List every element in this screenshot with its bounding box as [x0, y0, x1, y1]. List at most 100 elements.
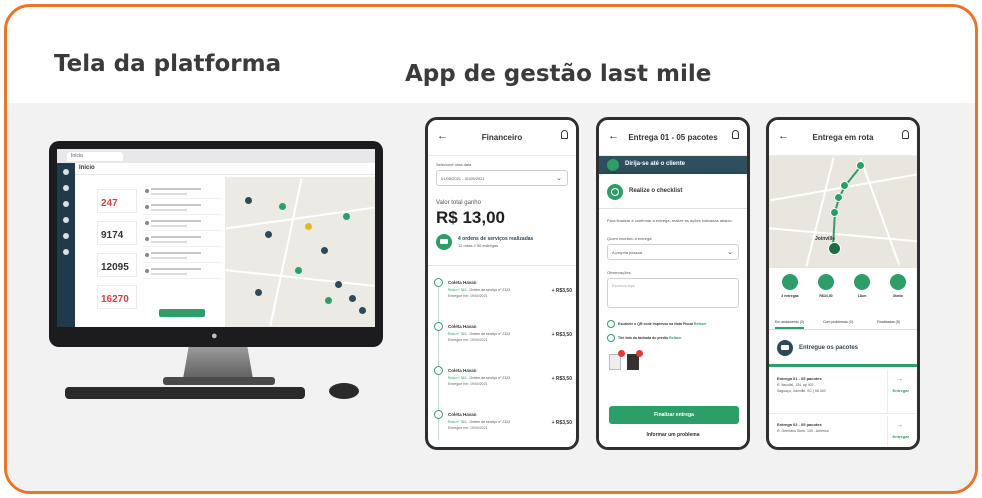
payment-item[interactable]: Coleta Havan Rota nº 363 - Ordem de serv…: [434, 322, 574, 362]
box-icon[interactable]: [63, 201, 69, 207]
check-qr-text: Escaneie o QR code impresso na Nota Fisc…: [618, 322, 693, 326]
payment-item[interactable]: Coleta Havan Rota nº 363 - Ordem de serv…: [434, 410, 574, 447]
payment-desc: - Ordem de serviço nº 2323: [466, 288, 511, 292]
stat-card: 9174: [97, 221, 137, 245]
timeline-dot-icon: [434, 322, 443, 331]
list-item[interactable]: [143, 201, 221, 215]
redo-link[interactable]: Refazer: [694, 322, 707, 326]
map-pin-icon[interactable]: [321, 247, 328, 254]
orders-sub: 12 rotas // 50 entregas: [458, 243, 499, 248]
map-pin-icon[interactable]: [335, 281, 342, 288]
check-circle-icon: [607, 334, 615, 342]
checklist-instructions: Para finalizar e confirmar a entrega, re…: [607, 218, 733, 223]
notes-textarea[interactable]: Escreva aqui: [607, 278, 739, 308]
payment-item[interactable]: Coleta Havan Rota nº 363 - Ordem de serv…: [434, 278, 574, 318]
payment-date: Entregue em: 19/04/2021: [448, 294, 488, 298]
payment-item[interactable]: Coleta Havan Rota nº 363 - Ordem de serv…: [434, 366, 574, 406]
route-stop-icon[interactable]: [834, 193, 843, 202]
payment-desc: - Ordem de serviço nº 2323: [466, 332, 511, 336]
receiver-value: A própria pessoa: [612, 250, 643, 255]
bell-icon[interactable]: [561, 130, 568, 139]
stat-value: 16270: [101, 294, 129, 305]
payment-amount: + R$3,50: [551, 376, 572, 382]
orders-summary: 4 ordens de serviços realizadas 12 rotas…: [436, 232, 568, 256]
payment-client: Coleta Havan: [448, 412, 477, 417]
phone-checklist: ← Entrega 01 - 05 pacotes Dirija-se até …: [596, 117, 750, 450]
route-map[interactable]: Joinville: [769, 156, 917, 268]
desktop-list-button[interactable]: [159, 309, 205, 317]
route-stop-icon[interactable]: [830, 208, 839, 217]
bell-icon[interactable]: [902, 130, 909, 139]
tab-problems[interactable]: Com problemas (0): [823, 320, 853, 324]
check-qr-code[interactable]: Escaneie o QR code impresso na Nota Fisc…: [607, 320, 747, 330]
payment-amount: + R$3,50: [551, 288, 572, 294]
finish-delivery-button[interactable]: Finalizar entrega: [609, 406, 739, 424]
arrow-right-icon[interactable]: →: [896, 422, 903, 429]
map-pin-icon[interactable]: [255, 289, 262, 296]
monitor-stand: [183, 347, 253, 379]
report-problem-link[interactable]: Informar um problema: [599, 432, 747, 438]
arrow-right-icon[interactable]: →: [896, 376, 903, 383]
delivery-tabs: Em andamento (3) Com problemas (0) Final…: [769, 316, 917, 330]
current-location-icon[interactable]: [828, 242, 841, 255]
period-select[interactable]: 01/05/2021 - 31/05/2021 ⌄: [436, 170, 568, 186]
payment-route: Rota nº 363: [448, 376, 467, 380]
tab-finished[interactable]: Finalizadas (5): [877, 320, 900, 324]
phone-header: ← Financeiro: [428, 120, 576, 156]
map-pin-icon[interactable]: [343, 213, 350, 220]
tab-in-progress[interactable]: Em andamento (3): [775, 320, 804, 329]
browser-tab[interactable]: Início: [67, 152, 123, 161]
desktop-map[interactable]: [225, 177, 375, 327]
heading-platform: Tela da platforma: [54, 51, 282, 77]
bell-icon[interactable]: [732, 130, 739, 139]
deliver-action[interactable]: Entregar: [893, 434, 909, 439]
desktop-topbar: [75, 163, 375, 175]
truck-icon: [782, 274, 798, 290]
receiver-label: Quem recebeu a entrega: [607, 236, 652, 241]
map-pin-icon[interactable]: [305, 223, 312, 230]
route-stop-icon[interactable]: [856, 161, 865, 170]
delivery-item[interactable]: Entrega 01 - 05 pacotes R. Itacolisi, 13…: [769, 370, 917, 414]
mouse: [329, 383, 359, 399]
map-pin-icon[interactable]: [349, 295, 356, 302]
list-item[interactable]: [143, 249, 221, 263]
metric-value: 3 entregas: [781, 294, 799, 298]
map-pin-icon[interactable]: [279, 203, 286, 210]
metric-distance: 11km: [845, 274, 879, 314]
phone-title: Financeiro: [481, 133, 523, 142]
deliver-action[interactable]: Entregar: [893, 388, 909, 393]
card-frame: Tela da platforma App de gestão last mil…: [4, 4, 978, 494]
users-icon[interactable]: [63, 233, 69, 239]
payment-date: Entregue em: 19/04/2021: [448, 426, 488, 430]
remove-photo-icon[interactable]: [636, 350, 643, 357]
delivery-item[interactable]: Entrega 02 - 05 pacotes R. Germano Stein…: [769, 416, 917, 447]
check-photo[interactable]: Tire foto da fachada do prédio Refazer: [607, 334, 747, 344]
list-item[interactable]: [143, 233, 221, 247]
receiver-select[interactable]: A própria pessoa ⌄: [607, 244, 739, 260]
menu-icon[interactable]: [63, 169, 69, 175]
list-item[interactable]: [143, 185, 221, 199]
metric-time: 3hmin: [881, 274, 915, 314]
notes-placeholder: Escreva aqui: [612, 283, 636, 288]
remove-photo-icon[interactable]: [618, 350, 625, 357]
payment-desc: - Ordem de serviço nº 2323: [466, 376, 511, 380]
map-pin-icon[interactable]: [325, 297, 332, 304]
truck-icon[interactable]: [63, 185, 69, 191]
route-stop-icon[interactable]: [840, 181, 849, 190]
map-pin-icon[interactable]: [295, 267, 302, 274]
map-pin-icon[interactable]: [245, 197, 252, 204]
settings-icon[interactable]: [63, 249, 69, 255]
map-pin-icon[interactable]: [359, 307, 366, 314]
stat-card: 16270: [97, 285, 137, 309]
phone-financeiro: ← Financeiro Selecione uma data 01/05/20…: [425, 117, 579, 450]
map-icon[interactable]: [63, 217, 69, 223]
redo-link[interactable]: Refazer: [669, 336, 682, 340]
stat-value: 9174: [101, 230, 124, 241]
map-pin-icon[interactable]: [265, 231, 272, 238]
list-item[interactable]: [143, 265, 221, 279]
map-city-label: Joinville: [815, 236, 836, 242]
delivery-address: R. Germano Stein, 149 - América: [777, 429, 829, 433]
phone-title: Entrega em rota: [812, 133, 874, 142]
directions-banner[interactable]: Dirija-se até o cliente: [599, 156, 747, 174]
list-item[interactable]: [143, 217, 221, 231]
